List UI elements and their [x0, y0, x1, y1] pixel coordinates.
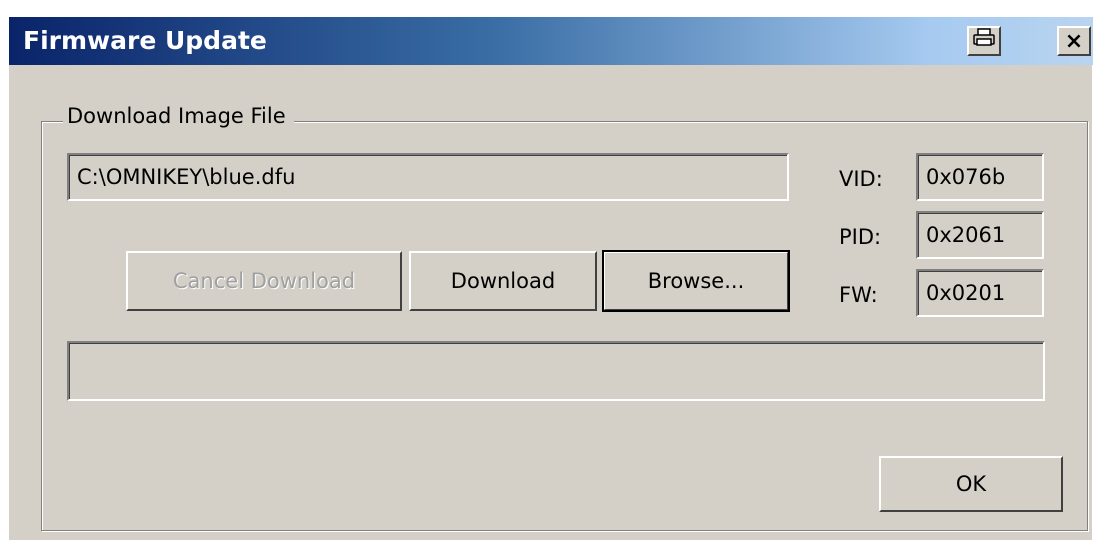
pid-field: 0x2061: [916, 211, 1044, 259]
pid-label: PID:: [839, 225, 882, 249]
file-path-field[interactable]: C:\OMNIKEY\blue.dfu: [67, 153, 789, 201]
window-title: Firmware Update: [23, 26, 267, 55]
download-button[interactable]: Download: [409, 251, 597, 311]
print-button[interactable]: [967, 26, 1001, 56]
title-bar[interactable]: Firmware Update ×: [9, 17, 1093, 65]
download-progress-bar: [67, 341, 1045, 401]
cancel-download-button[interactable]: Cancel Download: [126, 251, 402, 311]
ok-button[interactable]: OK: [879, 456, 1063, 512]
firmware-update-dialog: Firmware Update × Download Image File C:…: [8, 17, 1093, 540]
close-icon: ×: [1064, 28, 1084, 54]
print-icon: [973, 28, 995, 54]
group-label: Download Image File: [63, 104, 294, 128]
vid-label: VID:: [839, 167, 883, 191]
vid-field: 0x076b: [916, 153, 1044, 201]
browse-button[interactable]: Browse...: [602, 250, 790, 312]
fw-label: FW:: [839, 283, 878, 307]
close-button[interactable]: ×: [1057, 26, 1091, 56]
fw-field: 0x0201: [916, 269, 1044, 317]
